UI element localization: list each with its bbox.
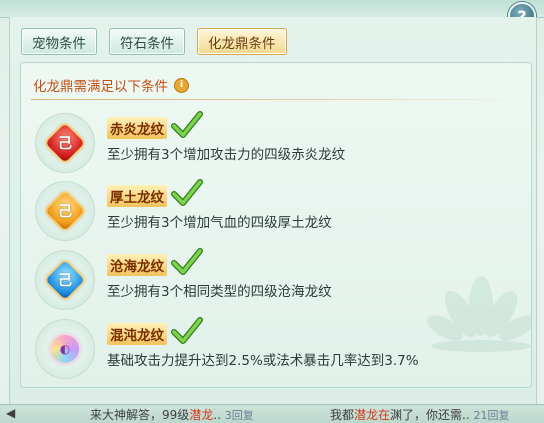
tab-pet-conditions[interactable]: 宠物条件 (21, 28, 97, 55)
condition-row-chiyan: 己 赤炎龙纹 至少拥有3个增加攻击力的四级赤炎龙纹 (35, 111, 515, 173)
panel-title: 化龙鼎需满足以下条件 i (33, 75, 189, 95)
condition-row-canghai: 己 沧海龙纹 至少拥有3个相同类型的四级沧海龙纹 (35, 248, 515, 310)
chat-message-left[interactable]: 来大神解答，99级潜龙.. 3回复 (90, 406, 254, 423)
checkmark-icon (171, 179, 203, 206)
gem-slot: 己 (35, 250, 95, 310)
reply-count: 21回复 (473, 409, 510, 422)
condition-description: 至少拥有3个相同类型的四级沧海龙纹 (107, 284, 332, 300)
conditions-panel: 化龙鼎需满足以下条件 i 己 赤炎龙纹 至少拥有3个增加攻击力的四级赤炎龙纹 己… (20, 62, 532, 388)
chat-icon: ◀ (6, 406, 16, 420)
condition-name: 赤炎龙纹 (107, 117, 167, 139)
tab-dragon-cauldron-conditions[interactable]: 化龙鼎条件 (197, 28, 287, 55)
top-strip (0, 0, 544, 18)
checkmark-icon (171, 248, 203, 275)
condition-description: 基础攻击力提升达到2.5%或法术暴击几率达到3.7% (107, 353, 419, 369)
title-divider (31, 99, 527, 100)
gem-slot: 己 (35, 113, 95, 173)
chat-ticker: ◀ 来大神解答，99级潜龙.. 3回复 我都潜龙在渊了，你还需.. 21回复 (0, 404, 544, 423)
orange-dragon-gem-icon: 己 (45, 191, 85, 231)
gem-slot: 己 (35, 181, 95, 241)
condition-name: 混沌龙纹 (107, 323, 167, 345)
info-icon[interactable]: i (174, 77, 189, 93)
panel-title-text: 化龙鼎需满足以下条件 (33, 79, 168, 95)
condition-row-hundun: ◐ 混沌龙纹 基础攻击力提升达到2.5%或法术暴击几率达到3.7% (35, 317, 515, 379)
condition-description: 至少拥有3个增加攻击力的四级赤炎龙纹 (107, 147, 346, 163)
reply-count: 3回复 (224, 409, 254, 422)
condition-description: 至少拥有3个增加气血的四级厚土龙纹 (107, 215, 332, 231)
checkmark-icon (171, 111, 203, 138)
condition-row-houtu: 己 厚土龙纹 至少拥有3个增加气血的四级厚土龙纹 (35, 179, 515, 241)
checkmark-icon (171, 317, 203, 344)
blue-dragon-gem-icon: 己 (45, 260, 85, 300)
condition-name: 厚土龙纹 (107, 185, 167, 207)
tab-rune-conditions[interactable]: 符石条件 (109, 28, 185, 55)
tab-bar: 宠物条件 符石条件 化龙鼎条件 (21, 28, 287, 55)
red-dragon-gem-icon: 己 (45, 123, 85, 163)
chat-message-right[interactable]: 我都潜龙在渊了，你还需.. 21回复 (330, 406, 510, 423)
gem-slot: ◐ (35, 319, 95, 379)
chaos-dragon-gem-icon: ◐ (51, 335, 79, 363)
condition-name: 沧海龙纹 (107, 254, 167, 276)
